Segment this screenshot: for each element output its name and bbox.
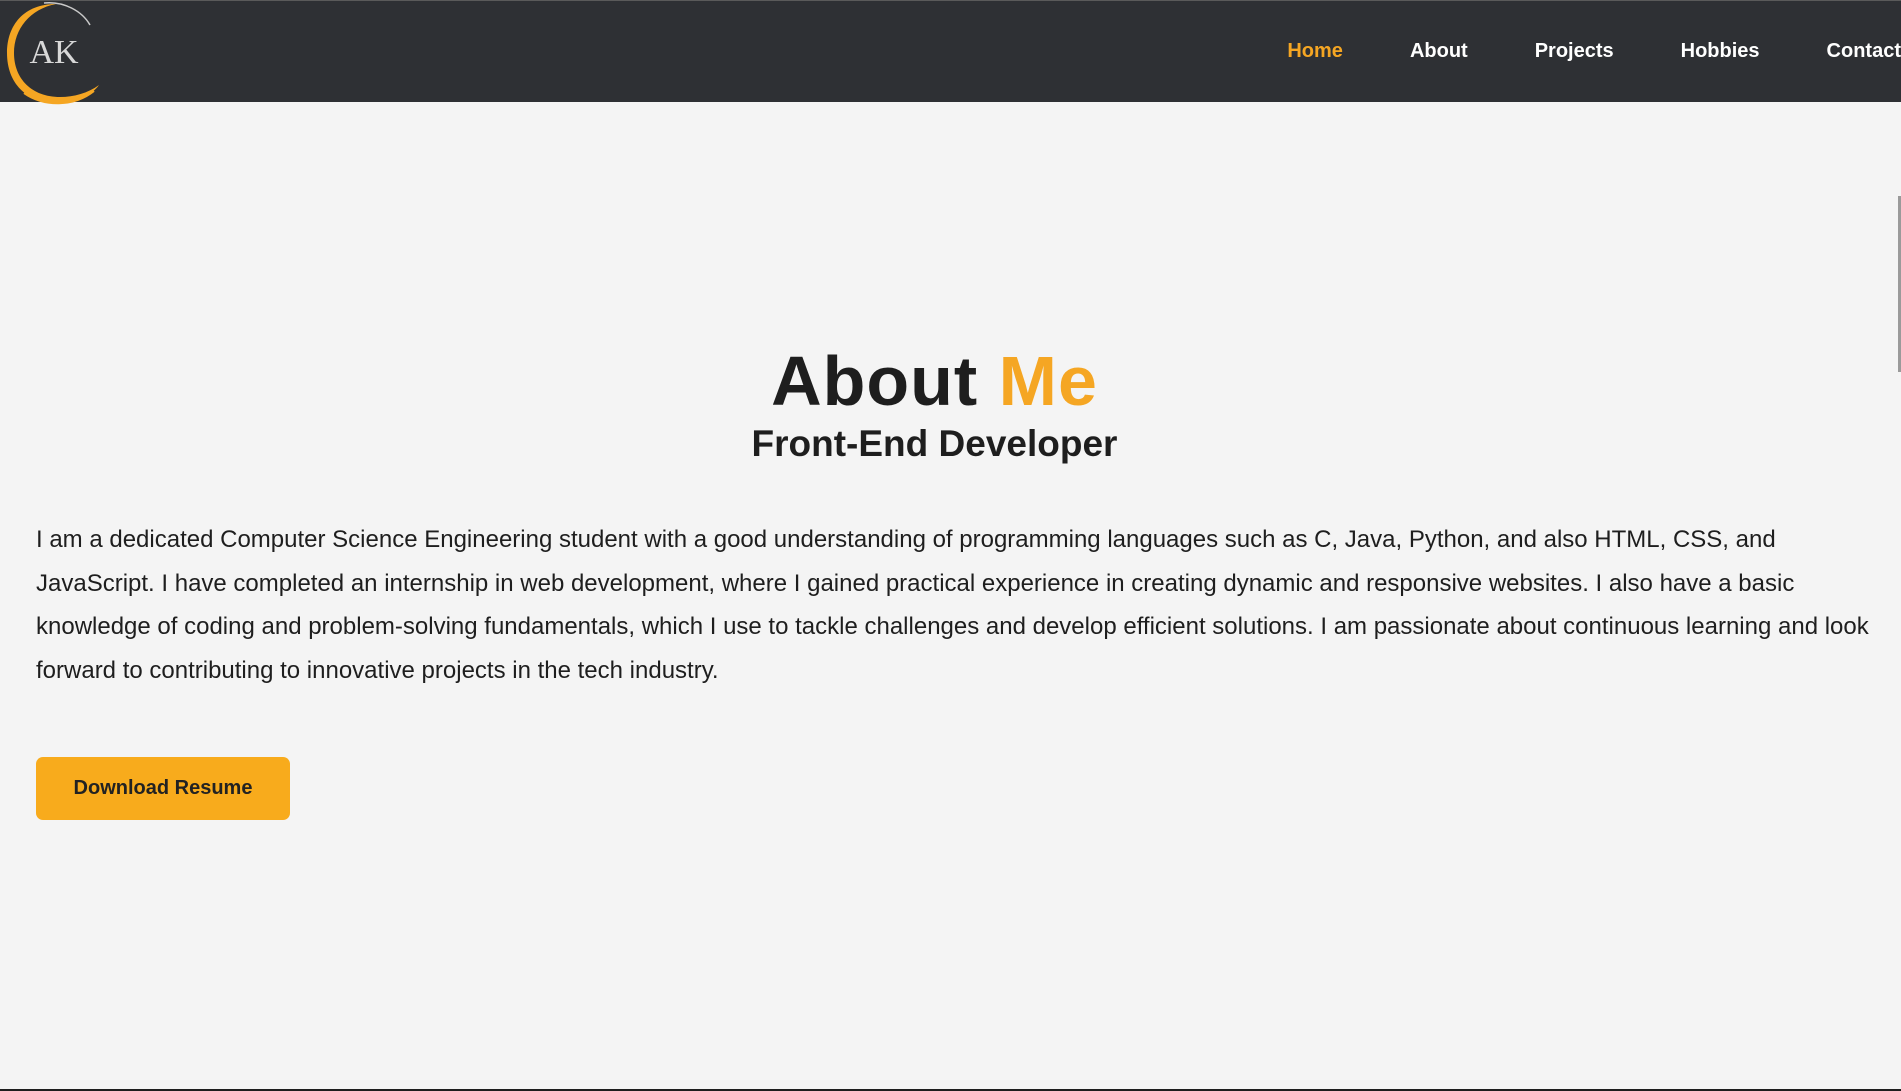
page-subtitle: Front-End Developer: [751, 423, 1118, 464]
bio-paragraph: I am a dedicated Computer Science Engine…: [36, 526, 1869, 684]
nav-projects[interactable]: Projects: [1535, 40, 1614, 63]
title-main: About: [771, 342, 979, 420]
logo-text: AK: [29, 34, 79, 71]
navbar: AK Home About Projects Hobbies Contact: [0, 1, 1901, 105]
title-accent: Me: [998, 342, 1098, 420]
main-nav: Home About Projects Hobbies Contact: [1220, 1, 1901, 102]
nav-home[interactable]: Home: [1287, 40, 1343, 63]
page-title: About Me: [0, 343, 1901, 419]
nav-about[interactable]: About: [1410, 40, 1468, 63]
nav-hobbies[interactable]: Hobbies: [1681, 40, 1760, 63]
logo-emblem: AK: [7, 2, 99, 105]
logo[interactable]: AK: [4, 1, 100, 105]
download-resume-button[interactable]: Download Resume: [36, 757, 290, 820]
nav-contact[interactable]: Contact: [1827, 40, 1901, 63]
